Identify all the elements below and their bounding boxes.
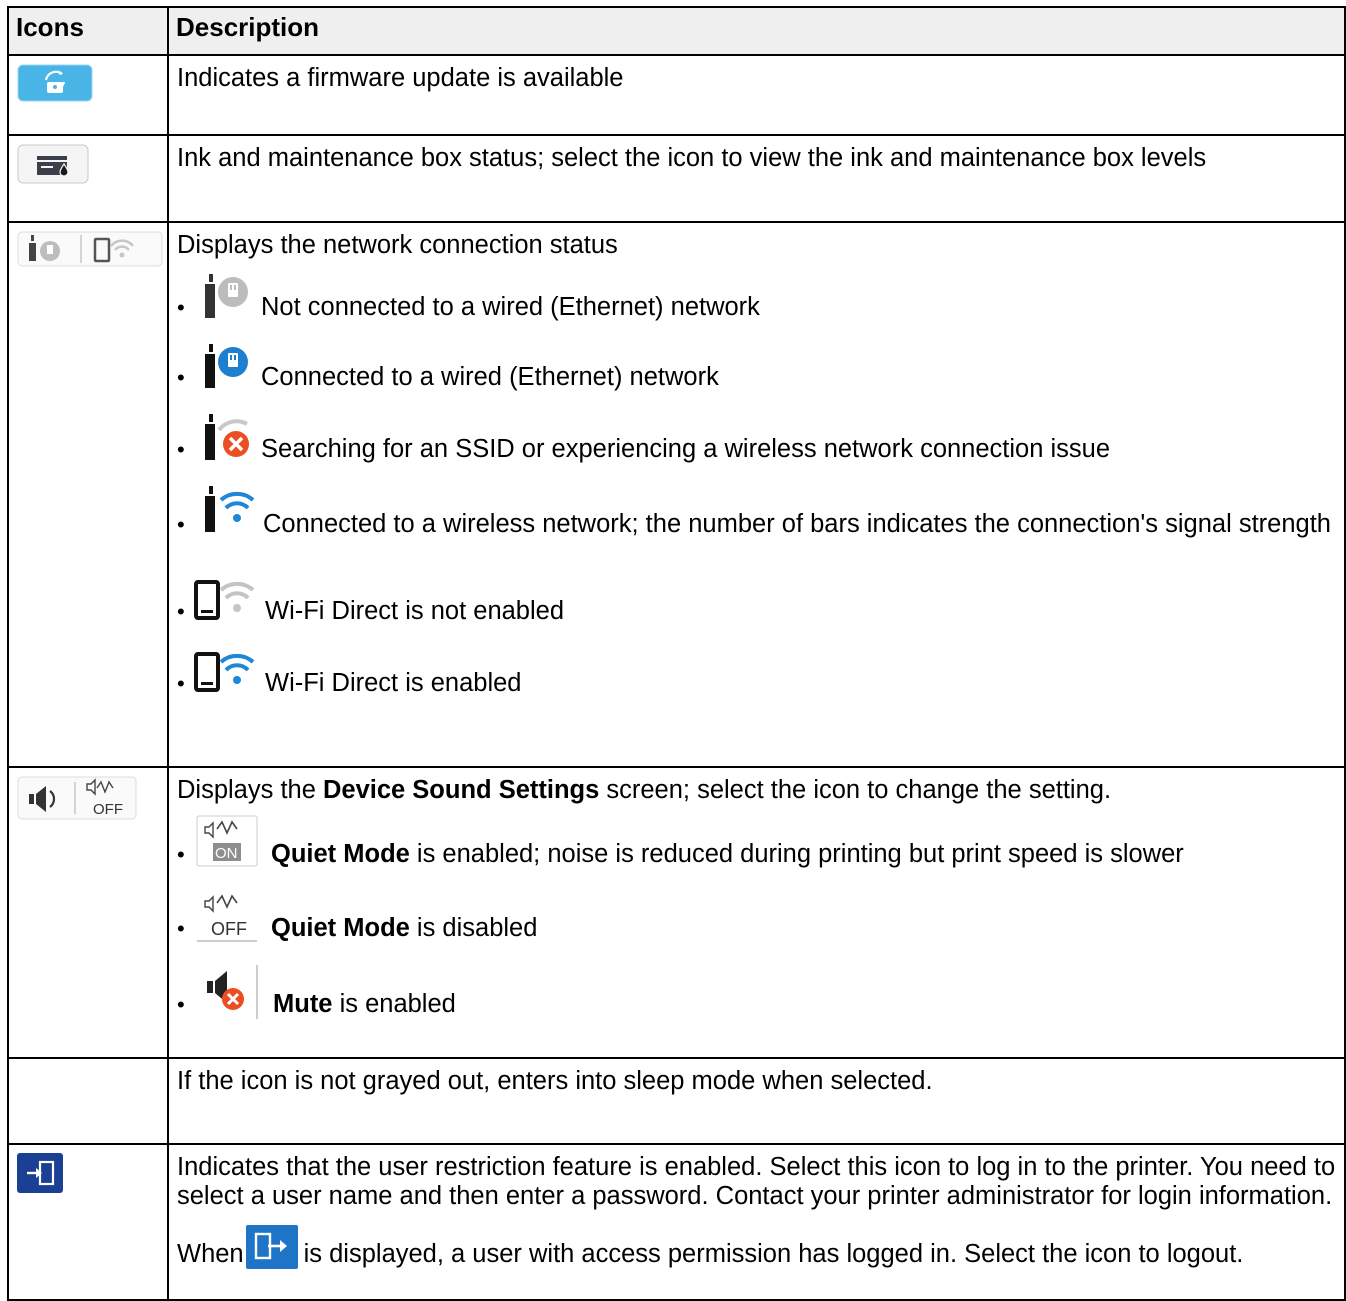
quiet-mode-off-icon: OFF bbox=[197, 894, 257, 942]
list-item: • Connected to a wired (Ethernet) networ… bbox=[177, 344, 1336, 404]
table-row-network: Displays the network connection status •… bbox=[7, 221, 1346, 768]
list-item-bold: Mute bbox=[273, 990, 333, 1018]
list-item-text: Wi-Fi Direct is not enabled bbox=[265, 597, 565, 625]
list-item-bold: Quiet Mode bbox=[271, 840, 410, 868]
table-row-login: Indicates that the user restriction feat… bbox=[7, 1143, 1346, 1301]
table-row-ink: Ink and maintenance box status; select t… bbox=[7, 134, 1346, 223]
list-item-text: is enabled bbox=[332, 990, 456, 1018]
table-row-sleep: If the icon is not grayed out, enters in… bbox=[7, 1057, 1346, 1145]
ink-maintenance-box-icon bbox=[17, 144, 89, 184]
logout-text-pre: When bbox=[177, 1240, 244, 1268]
list-item: • Not connected to a wired (Ethernet) ne… bbox=[177, 274, 1336, 334]
list-item: • Searching for an SSID or experiencing … bbox=[177, 414, 1336, 476]
wireless-connected-icon bbox=[205, 486, 255, 532]
table-row-firmware: Indicates a firmware update is available bbox=[7, 54, 1346, 136]
ethernet-connected-icon bbox=[205, 344, 248, 388]
list-item: • Wi-Fi Direct is enabled bbox=[177, 648, 1336, 708]
icon-cell bbox=[7, 134, 169, 223]
bullet: • bbox=[177, 512, 185, 537]
table-header-row: Icons Description bbox=[7, 6, 1346, 56]
description-cell: Indicates a firmware update is available bbox=[167, 54, 1346, 136]
list-item-text: Searching for an SSID or experiencing a … bbox=[261, 435, 1111, 463]
wireless-error-icon bbox=[205, 414, 249, 460]
list-item: • Wi-Fi Direct is not enabled bbox=[177, 576, 1336, 636]
bullet: • bbox=[177, 295, 185, 320]
list-item-text: Wi-Fi Direct is enabled bbox=[265, 669, 522, 697]
description-cell: Ink and maintenance box status; select t… bbox=[167, 134, 1346, 223]
sleep-text: If the icon is not grayed out, enters in… bbox=[177, 1067, 933, 1095]
list-item-text: is enabled; noise is reduced during prin… bbox=[409, 840, 1184, 868]
sound-intro: Displays the Device Sound Settings scree… bbox=[177, 776, 1336, 805]
icon-cell bbox=[7, 1057, 169, 1145]
description-cell: If the icon is not grayed out, enters in… bbox=[167, 1057, 1346, 1145]
icon-cell bbox=[7, 54, 169, 136]
list-item: • ON Quiet Mode is enabled; noise is red… bbox=[177, 815, 1336, 879]
sound-intro-bold: Device Sound Settings bbox=[322, 776, 600, 804]
firmware-update-icon bbox=[17, 64, 93, 102]
bullet: • bbox=[177, 437, 185, 462]
bullet: • bbox=[177, 599, 185, 624]
description-cell: Indicates that the user restriction feat… bbox=[167, 1143, 1346, 1301]
on-label-glyph: ON bbox=[215, 845, 238, 862]
moon-icon bbox=[22, 1071, 45, 1117]
description-cell: Displays the network connection status •… bbox=[167, 221, 1346, 768]
list-item-text: is disabled bbox=[409, 914, 538, 942]
mute-icon bbox=[207, 965, 258, 1019]
list-item-text: Not connected to a wired (Ethernet) netw… bbox=[261, 293, 760, 321]
login-text: Indicates that the user restriction feat… bbox=[177, 1153, 1336, 1210]
list-item-bold: Quiet Mode bbox=[271, 914, 410, 942]
bullet: • bbox=[177, 992, 185, 1017]
list-item-text: Connected to a wired (Ethernet) network bbox=[261, 363, 719, 391]
icons-table: Icons Description Indicates a firmware u… bbox=[7, 6, 1346, 1301]
wifi-direct-disabled-icon bbox=[194, 580, 255, 620]
header-description: Description bbox=[167, 6, 1346, 56]
bullet: • bbox=[177, 916, 185, 941]
wifi-direct-enabled-icon bbox=[194, 652, 255, 692]
list-item-text: Connected to a wireless network; the num… bbox=[263, 510, 1331, 538]
icon-cell: OFF bbox=[7, 766, 169, 1059]
logout-text: When is displayed, a user with access pe… bbox=[177, 1225, 1336, 1269]
header-icons: Icons bbox=[7, 6, 169, 56]
network-status-icons bbox=[17, 231, 163, 267]
sound-intro-pre: Displays the bbox=[177, 776, 323, 804]
ink-text: Ink and maintenance box status; select t… bbox=[177, 144, 1207, 172]
list-item: • Mute is enabled bbox=[177, 963, 1336, 1027]
list-item: • OFF Quiet Mode is disabled bbox=[177, 889, 1336, 953]
list-item: • Connected to a wireless network; the n… bbox=[177, 486, 1336, 570]
logout-text-post: is displayed, a user with access permiss… bbox=[303, 1240, 1244, 1268]
description-cell: Displays the Device Sound Settings scree… bbox=[167, 766, 1346, 1059]
off-label-glyph: OFF bbox=[211, 919, 247, 939]
icon-cell bbox=[7, 1143, 169, 1301]
bullet: • bbox=[177, 842, 185, 867]
quiet-mode-on-icon: ON bbox=[196, 815, 258, 867]
device-sound-icons: OFF bbox=[17, 776, 137, 820]
bullet: • bbox=[177, 671, 185, 696]
logout-icon bbox=[245, 1225, 298, 1269]
sound-intro-post: screen; select the icon to change the se… bbox=[599, 776, 1112, 804]
login-icon bbox=[17, 1153, 63, 1193]
icon-cell bbox=[7, 221, 169, 768]
bullet: • bbox=[177, 365, 185, 390]
ethernet-not-connected-icon bbox=[205, 274, 248, 318]
firmware-text: Indicates a firmware update is available bbox=[177, 64, 624, 92]
network-intro: Displays the network connection status bbox=[177, 231, 618, 259]
table-row-sound: OFF Displays the Device Sound Settings s… bbox=[7, 766, 1346, 1059]
off-label-glyph: OFF bbox=[93, 801, 123, 818]
